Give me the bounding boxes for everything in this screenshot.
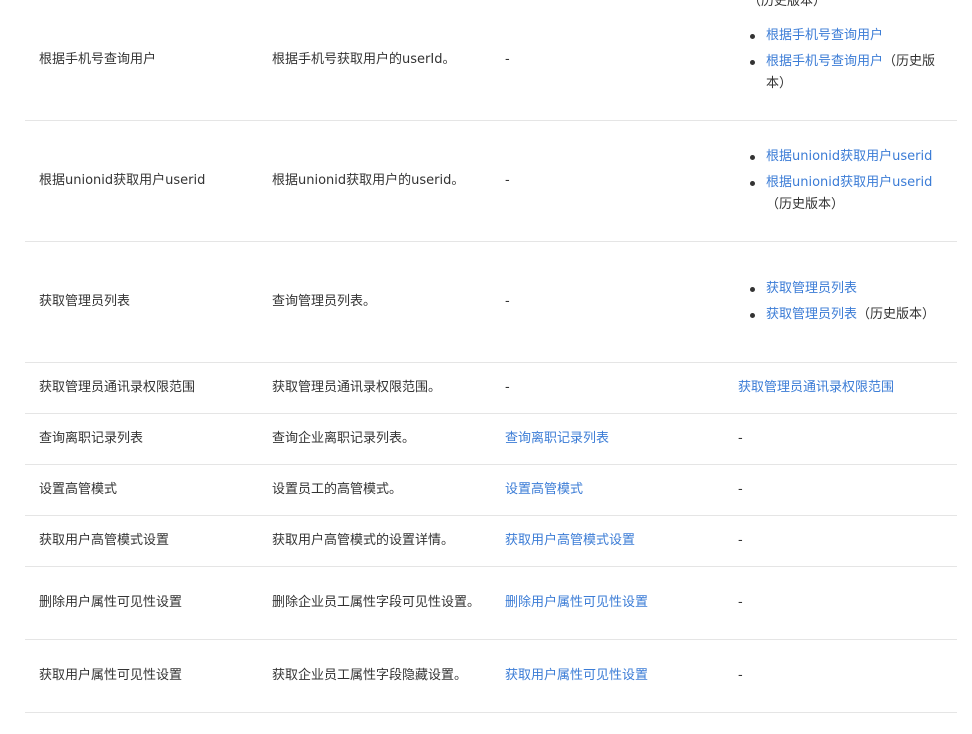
api-table: 根据手机号查询用户 根据手机号获取用户的userId。 - 根据手机号查询用户 … — [25, 0, 957, 713]
old-api-cell: 获取管理员列表 获取管理员列表（历史版本） — [738, 242, 948, 362]
old-api-link[interactable]: 根据手机号查询用户 — [766, 54, 883, 69]
old-api-list: 根据unionid获取用户userid 根据unionid获取用户userid （… — [738, 142, 948, 220]
history-version-note: （历史版本） — [857, 307, 936, 322]
list-item: 根据unionid获取用户userid （历史版本） — [750, 172, 948, 216]
table-row: 获取用户属性可见性设置 获取企业员工属性字段隐藏设置。 获取用户属性可见性设置 … — [25, 640, 957, 713]
api-name: 获取管理员通讯录权限范围 — [39, 380, 196, 395]
list-item: 获取管理员列表（历史版本） — [749, 304, 936, 326]
api-name: 获取用户高管模式设置 — [39, 533, 170, 548]
old-api-list: 获取管理员列表 获取管理员列表（历史版本） — [738, 274, 935, 330]
old-api-empty: - — [738, 482, 743, 497]
new-api-empty: - — [505, 173, 510, 188]
table-row: 获取管理员列表 查询管理员列表。 - 获取管理员列表 获取管理员列表（历史版本） — [25, 242, 957, 363]
api-desc-cell: 获取用户高管模式的设置详情。 — [272, 516, 482, 566]
old-api-link[interactable]: 获取管理员通讯录权限范围 — [738, 377, 894, 399]
table-row: 根据手机号查询用户 根据手机号获取用户的userId。 - 根据手机号查询用户 … — [25, 0, 957, 121]
api-name: 设置高管模式 — [39, 482, 118, 497]
api-name-cell: 设置高管模式 — [39, 465, 259, 515]
api-name-cell: 获取用户高管模式设置 — [39, 516, 259, 566]
api-desc-cell: 获取管理员通讯录权限范围。 — [272, 363, 482, 413]
api-name: 根据手机号查询用户 — [39, 52, 157, 67]
api-name: 获取管理员列表 — [39, 294, 131, 309]
api-desc-cell: 查询企业离职记录列表。 — [272, 414, 482, 464]
new-api-cell: 获取用户属性可见性设置 — [505, 640, 720, 712]
table-row: 删除用户属性可见性设置 删除企业员工属性字段可见性设置。 删除用户属性可见性设置… — [25, 567, 957, 640]
new-api-link[interactable]: 查询离职记录列表 — [505, 428, 609, 450]
api-name-cell: 根据unionid获取用户userid — [39, 121, 259, 241]
old-api-cell: - — [738, 516, 948, 566]
old-api-empty: - — [738, 431, 743, 446]
old-api-cell: 获取管理员通讯录权限范围 — [738, 363, 948, 413]
new-api-cell: - — [505, 0, 720, 120]
api-name-cell: 获取管理员通讯录权限范围 — [39, 363, 259, 413]
list-item: 根据手机号查询用户（历史版本） — [750, 51, 948, 95]
new-api-cell: - — [505, 121, 720, 241]
old-api-link[interactable]: 获取管理员列表 — [766, 307, 857, 322]
new-api-cell: - — [505, 242, 720, 362]
table-row: 获取管理员通讯录权限范围 获取管理员通讯录权限范围。 - 获取管理员通讯录权限范… — [25, 363, 957, 414]
api-name-cell: 根据手机号查询用户 — [39, 0, 259, 120]
api-name: 获取用户属性可见性设置 — [39, 668, 183, 683]
table-row: 根据unionid获取用户userid 根据unionid获取用户的userid… — [25, 121, 957, 242]
api-desc-cell: 查询管理员列表。 — [272, 242, 482, 362]
api-desc: 查询企业离职记录列表。 — [272, 431, 416, 446]
old-api-link[interactable]: 获取管理员列表 — [766, 281, 857, 296]
new-api-link[interactable]: 获取用户属性可见性设置 — [505, 665, 648, 687]
api-desc: 获取管理员通讯录权限范围。 — [272, 380, 442, 395]
new-api-empty: - — [505, 52, 510, 67]
api-desc-cell: 获取企业员工属性字段隐藏设置。 — [272, 640, 482, 712]
api-desc-cell: 根据unionid获取用户的userid。 — [272, 121, 482, 241]
api-desc: 删除企业员工属性字段可见性设置。 — [272, 595, 481, 610]
old-api-cell: 根据unionid获取用户userid 根据unionid获取用户userid （… — [738, 121, 948, 241]
old-api-empty: - — [738, 668, 743, 683]
api-name-cell: 获取用户属性可见性设置 — [39, 640, 259, 712]
api-name: 根据unionid获取用户userid — [39, 173, 206, 188]
api-desc: 获取用户高管模式的设置详情。 — [272, 533, 455, 548]
table-row: 查询离职记录列表 查询企业离职记录列表。 查询离职记录列表 - — [25, 414, 957, 465]
new-api-link[interactable]: 设置高管模式 — [505, 479, 583, 501]
api-name-cell: 获取管理员列表 — [39, 242, 259, 362]
history-version-note: （历史版本） — [766, 197, 845, 212]
list-item: 根据unionid获取用户userid — [750, 146, 948, 168]
new-api-empty: - — [505, 380, 510, 395]
api-name-cell: 查询离职记录列表 — [39, 414, 259, 464]
new-api-cell: - — [505, 363, 720, 413]
new-api-empty: - — [505, 294, 510, 309]
old-api-link[interactable]: 根据手机号查询用户 — [766, 28, 883, 43]
new-api-link[interactable]: 获取用户高管模式设置 — [505, 530, 635, 552]
api-desc: 根据unionid获取用户的userid。 — [272, 173, 465, 188]
old-api-cell: 根据手机号查询用户 根据手机号查询用户（历史版本） — [738, 0, 948, 120]
api-desc: 获取企业员工属性字段隐藏设置。 — [272, 668, 468, 683]
old-api-list: 根据手机号查询用户 根据手机号查询用户（历史版本） — [738, 21, 948, 99]
old-api-cell: - — [738, 640, 948, 712]
new-api-cell: 查询离职记录列表 — [505, 414, 720, 464]
list-item: 根据手机号查询用户 — [750, 25, 948, 47]
new-api-link[interactable]: 删除用户属性可见性设置 — [505, 592, 648, 614]
old-api-cell: - — [738, 465, 948, 515]
table-row: 获取用户高管模式设置 获取用户高管模式的设置详情。 获取用户高管模式设置 - — [25, 516, 957, 567]
old-api-link[interactable]: 根据unionid获取用户userid — [766, 175, 932, 190]
api-desc: 查询管理员列表。 — [272, 294, 377, 309]
table-row: 设置高管模式 设置员工的高管模式。 设置高管模式 - — [25, 465, 957, 516]
api-desc-cell: 设置员工的高管模式。 — [272, 465, 482, 515]
api-name: 删除用户属性可见性设置 — [39, 595, 183, 610]
api-desc: 根据手机号获取用户的userId。 — [272, 52, 456, 67]
api-desc: 设置员工的高管模式。 — [272, 482, 403, 497]
old-api-link[interactable]: 根据unionid获取用户userid — [766, 149, 932, 164]
api-desc-cell: 根据手机号获取用户的userId。 — [272, 0, 482, 120]
api-name: 查询离职记录列表 — [39, 431, 144, 446]
new-api-cell: 获取用户高管模式设置 — [505, 516, 720, 566]
api-desc-cell: 删除企业员工属性字段可见性设置。 — [272, 567, 482, 639]
old-api-empty: - — [738, 595, 743, 610]
api-name-cell: 删除用户属性可见性设置 — [39, 567, 259, 639]
list-item: 获取管理员列表 — [749, 278, 935, 300]
old-api-cell: - — [738, 567, 948, 639]
new-api-cell: 设置高管模式 — [505, 465, 720, 515]
old-api-empty: - — [738, 533, 743, 548]
old-api-cell: - — [738, 414, 948, 464]
new-api-cell: 删除用户属性可见性设置 — [505, 567, 720, 639]
